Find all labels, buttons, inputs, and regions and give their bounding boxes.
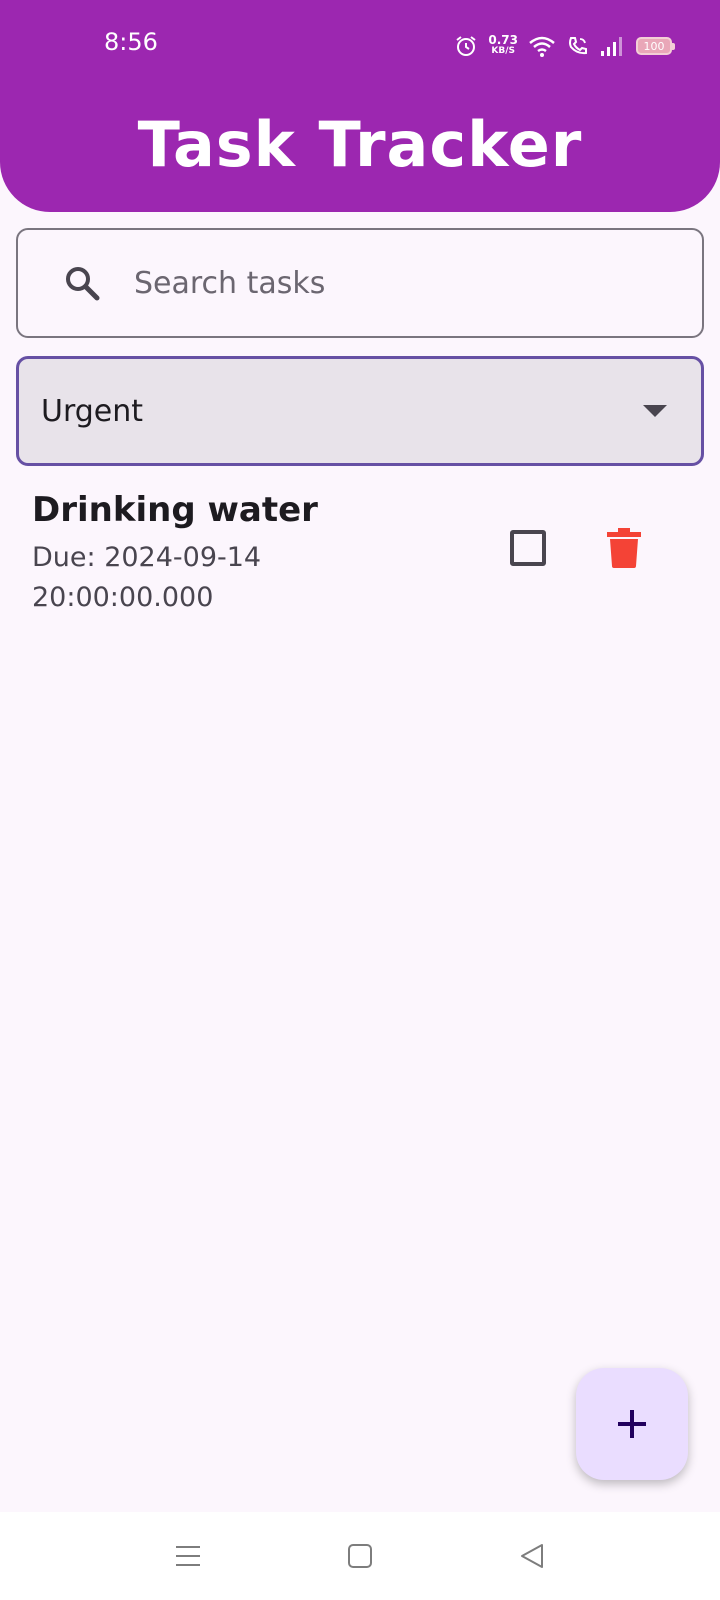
recent-apps-button[interactable] [168,1536,208,1576]
alarm-icon [456,36,476,56]
task-complete-checkbox[interactable] [510,530,546,566]
network-speed-unit: KB/S [491,46,515,56]
priority-filter-dropdown[interactable]: Urgent [16,356,704,466]
status-icons: 0.73 KB/S 100 [454,30,675,62]
search-icon [66,267,100,301]
list-item[interactable]: Drinking water Due: 2024-09-14 20:00:00.… [0,480,720,620]
add-icon [618,1410,646,1438]
delete-icon[interactable] [606,528,642,568]
battery-icon: 100 [636,37,675,55]
task-title: Drinking water [32,490,318,530]
network-speed-value: 0.73 [488,33,518,47]
home-icon [348,1544,372,1568]
system-nav-bar [0,1512,720,1600]
dropdown-arrow-icon [643,405,667,417]
wifi-icon [529,36,555,57]
network-speed: 0.73 KB/S [488,33,518,57]
wifi-calling-icon [569,37,587,55]
page-title: Task Tracker [137,108,583,181]
filter-selected-value: Urgent [41,393,144,429]
search-field[interactable] [16,228,704,338]
signal-icon [601,37,622,56]
status-time: 8:56 [104,28,158,56]
home-button[interactable] [340,1536,380,1576]
app-bar: 8:56 0.73 KB/S 100 Task Tracker [0,0,720,212]
search-input[interactable] [132,264,656,302]
back-icon [521,1544,543,1568]
add-task-button[interactable] [576,1368,688,1480]
menu-icon [176,1546,200,1566]
task-due-date: Due: 2024-09-14 20:00:00.000 [32,542,262,613]
back-button[interactable] [512,1536,552,1576]
